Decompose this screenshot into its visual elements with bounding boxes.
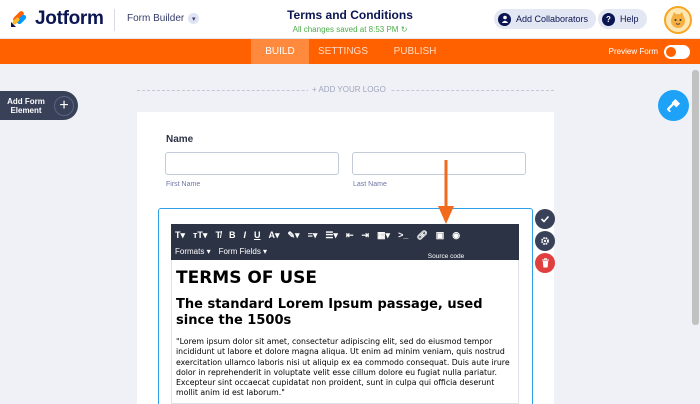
user-avatar[interactable] [664, 6, 692, 34]
outdent-icon[interactable]: ⇤ [346, 230, 354, 241]
chevron-down-icon: ▾ [188, 13, 200, 24]
formats-label: Formats [175, 246, 205, 256]
confirm-button[interactable] [535, 209, 555, 229]
list-icon[interactable]: ☰▾ [325, 230, 338, 241]
bold-icon[interactable]: B [229, 230, 236, 240]
builder-nav: BUILD SETTINGS PUBLISH Preview Form [0, 39, 700, 64]
annotation-arrow-icon [438, 160, 454, 224]
underline-icon[interactable]: U [254, 230, 261, 240]
plus-icon: + [54, 95, 74, 116]
preview-form-toggle[interactable] [664, 45, 690, 59]
toolbar-row-2: Formats ▾ Form Fields ▾ [175, 243, 267, 259]
paint-roller-icon [666, 98, 681, 113]
question-icon: ? [602, 12, 615, 26]
font-family-icon[interactable]: T▾ [175, 230, 185, 241]
form-builder-label: Form Builder [127, 13, 185, 24]
toolbar-row-1: T▾ ᴛT▾ T̸ B I U A▾ ✎▾ ≡▾ ☰▾ ⇤ ⇥ ▦▾ >_ 🔗︎… [175, 227, 460, 243]
indent-icon[interactable]: ⇥ [361, 230, 369, 241]
add-collaborators-label: Add Collaborators [516, 14, 589, 24]
properties-button[interactable] [535, 231, 555, 251]
add-form-element-label: Add Form Element [7, 96, 45, 115]
first-name-sublabel: First Name [166, 181, 201, 188]
italic-icon[interactable]: I [243, 230, 246, 240]
refresh-icon: ↻ [400, 25, 408, 34]
form-designer-button[interactable] [658, 90, 689, 121]
text-color-icon[interactable]: A▾ [268, 230, 279, 241]
link-icon[interactable]: 🔗︎ [416, 230, 427, 241]
rich-text-editor-body[interactable]: TERMS OF USE The standard Lorem Ipsum pa… [171, 260, 519, 404]
tab-publish[interactable]: PUBLISH [386, 39, 444, 64]
formats-menu[interactable]: Formats ▾ [175, 247, 211, 256]
source-code-icon[interactable]: >_ [398, 230, 408, 240]
last-name-sublabel: Last Name [353, 181, 387, 188]
top-header: Jotform Form Builder ▾ Terms and Conditi… [0, 0, 700, 39]
user-icon [498, 12, 511, 26]
clear-formatting-icon[interactable]: T̸ [215, 230, 221, 240]
save-status-text: All changes saved at 8:53 PM [292, 25, 399, 34]
table-icon[interactable]: ▦▾ [377, 230, 390, 241]
terms-heading: TERMS OF USE [176, 268, 318, 288]
form-fields-label: Form Fields [218, 246, 261, 256]
brand-name: Jotform [35, 8, 104, 29]
preview-form-label: Preview Form [608, 47, 658, 56]
delete-button[interactable] [535, 253, 555, 273]
form-builder-dropdown[interactable]: Form Builder ▾ [127, 13, 200, 24]
add-form-element-button[interactable]: Add Form Element + [0, 91, 78, 120]
form-fields-menu[interactable]: Form Fields ▾ [219, 247, 267, 256]
form-title[interactable]: Terms and Conditions [250, 8, 450, 22]
font-size-icon[interactable]: ᴛT▾ [193, 230, 207, 241]
form-title-area: Terms and Conditions All changes saved a… [250, 8, 450, 34]
jotform-logo-icon [11, 11, 27, 27]
page-scrollbar-thumb[interactable] [692, 70, 699, 325]
align-icon[interactable]: ≡▾ [308, 230, 318, 241]
help-label: Help [620, 14, 639, 24]
jotform-logo[interactable]: Jotform [9, 8, 104, 30]
check-icon [540, 215, 550, 223]
add-collaborators-button[interactable]: Add Collaborators [494, 9, 597, 29]
tab-build[interactable]: BUILD [251, 39, 309, 64]
save-status: All changes saved at 8:53 PM ↻ [250, 25, 450, 34]
preview-eye-icon[interactable]: ◉ [452, 230, 460, 241]
header-divider [114, 9, 115, 31]
lorem-subheading: The standard Lorem Ipsum passage, used s… [176, 297, 483, 328]
lorem-paragraph: "Lorem ipsum dolor sit amet, consectetur… [176, 337, 510, 398]
avatar-face-icon [671, 12, 685, 28]
highlight-icon[interactable]: ✎▾ [288, 230, 300, 241]
trash-icon [541, 258, 549, 268]
add-logo-link[interactable]: + ADD YOUR LOGO [308, 85, 390, 94]
gear-icon [541, 237, 549, 245]
image-icon[interactable]: ▣ [436, 230, 445, 241]
help-button[interactable]: ? Help [598, 9, 647, 29]
first-name-input[interactable] [165, 152, 339, 175]
name-question-label[interactable]: Name [166, 134, 193, 145]
tab-settings[interactable]: SETTINGS [314, 39, 372, 64]
